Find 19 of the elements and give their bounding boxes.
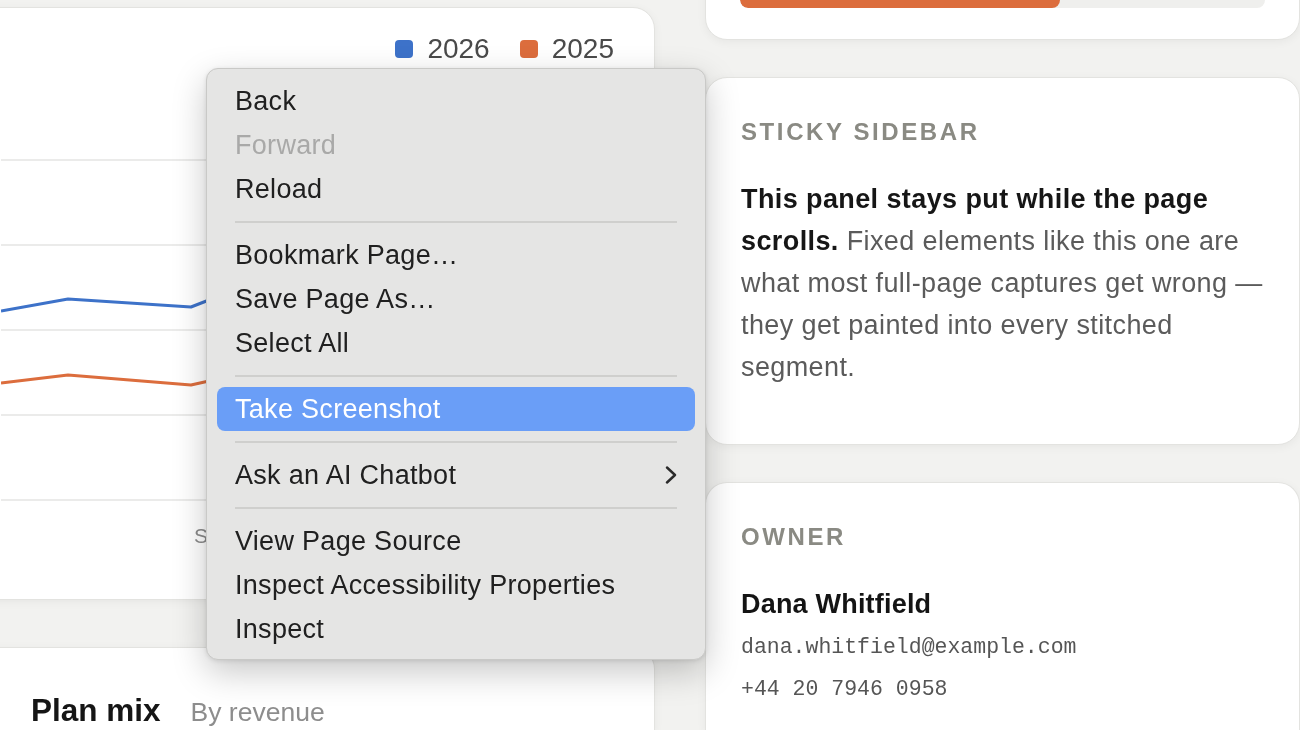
menu-item[interactable]: Reload xyxy=(217,167,695,211)
owner-email: dana.whitfield@example.com xyxy=(741,634,1078,660)
card-subtitle: By revenue xyxy=(190,696,325,729)
menu-item[interactable]: Ask an AI Chatbot xyxy=(217,453,695,497)
menu-item[interactable]: Inspect xyxy=(217,607,695,651)
panel-description: This panel stays put while the page scrolls. Fixed elements like this one are what most full-page captures get wrong — they get painted into every stitched segment. xyxy=(741,183,1264,384)
menu-item[interactable]: Select All xyxy=(217,321,695,365)
menu-item[interactable]: Inspect Accessibility Properties xyxy=(217,563,695,607)
section-heading: STICKY SIDEBAR xyxy=(741,119,981,145)
menu-item[interactable]: Save Page As… xyxy=(217,277,695,321)
owner-phone: +44 20 7946 0958 xyxy=(741,676,949,702)
menu-item[interactable]: Back xyxy=(217,79,695,123)
legend-label: 2026 xyxy=(427,34,490,64)
section-heading: OWNER xyxy=(741,524,847,550)
menu-item[interactable]: Bookmark Page… xyxy=(217,233,695,277)
owner-name: Dana Whitfield xyxy=(741,588,933,620)
menu-item[interactable]: View Page Source xyxy=(217,519,695,563)
card-title: Plan mix xyxy=(31,693,161,727)
legend-label: 2025 xyxy=(551,34,614,64)
